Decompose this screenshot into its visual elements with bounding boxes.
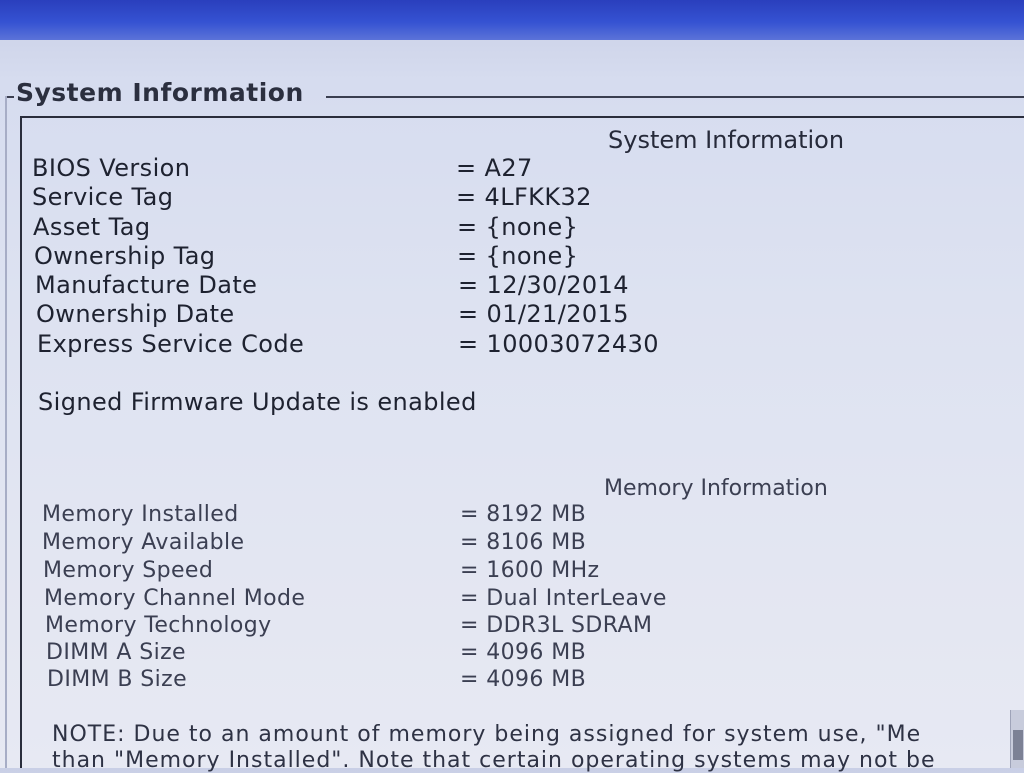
info-row-bios-version: BIOS Version = A27 (22, 154, 1024, 184)
memory-value: = 1600 MHz (460, 558, 600, 583)
info-label: Service Tag (32, 183, 174, 211)
info-label: Asset Tag (33, 213, 151, 241)
memory-row-installed: Memory Installed = 8192 MB (22, 502, 1024, 532)
info-value: = {none} (457, 242, 579, 270)
system-information-panel: System Information BIOS Version = A27 Se… (20, 116, 1024, 773)
firmware-update-notice: Signed Firmware Update is enabled (38, 388, 477, 416)
info-value: = 12/30/2014 (458, 271, 629, 299)
memory-information-heading: Memory Information (604, 476, 828, 501)
info-value: = 01/21/2015 (458, 300, 629, 328)
info-value: = 4LFKK32 (456, 183, 592, 211)
memory-row-dimm-b-size: DIMM B Size = 4096 MB (22, 667, 1024, 697)
info-row-ownership-tag: Ownership Tag = {none} (22, 242, 1024, 272)
memory-label: DIMM B Size (47, 667, 188, 692)
memory-row-speed: Memory Speed = 1600 MHz (22, 558, 1024, 588)
group-box-title: System Information (16, 78, 304, 107)
memory-note-line-1: NOTE: Due to an amount of memory being a… (52, 722, 922, 747)
memory-label: DIMM A Size (46, 640, 186, 665)
info-label: BIOS Version (32, 154, 191, 182)
scrollbar-thumb[interactable] (1013, 730, 1023, 760)
info-label: Express Service Code (37, 330, 305, 358)
memory-label: Memory Channel Mode (44, 586, 306, 611)
memory-value: = 4096 MB (460, 667, 587, 692)
info-value: = A27 (456, 154, 533, 182)
info-label: Ownership Date (36, 300, 235, 328)
memory-row-channel-mode: Memory Channel Mode = Dual InterLeave (22, 586, 1024, 616)
memory-row-technology: Memory Technology = DDR3L SDRAM (22, 613, 1024, 643)
memory-label: Memory Installed (42, 502, 239, 527)
info-row-express-service-code: Express Service Code = 10003072430 (22, 330, 1024, 360)
group-box-top-rule (326, 96, 1024, 98)
memory-value: = DDR3L SDRAM (460, 613, 653, 638)
info-value: = {none} (457, 213, 579, 241)
memory-value: = 8192 MB (460, 502, 587, 527)
memory-row-available: Memory Available = 8106 MB (22, 530, 1024, 560)
info-row-service-tag: Service Tag = 4LFKK32 (22, 183, 1024, 213)
vertical-scrollbar[interactable] (1010, 710, 1024, 768)
memory-label: Memory Speed (43, 558, 214, 583)
system-information-heading: System Information (608, 126, 845, 154)
memory-row-dimm-a-size: DIMM A Size = 4096 MB (22, 640, 1024, 670)
group-box-top-rule-left (6, 96, 14, 98)
info-row-ownership-date: Ownership Date = 01/21/2015 (22, 300, 1024, 330)
info-row-manufacture-date: Manufacture Date = 12/30/2014 (22, 271, 1024, 301)
group-box-left-edge (5, 96, 7, 768)
memory-label: Memory Available (42, 530, 245, 555)
memory-note-line-2: than "Memory Installed". Note that certa… (52, 748, 936, 773)
memory-value: = Dual InterLeave (460, 586, 667, 611)
info-label: Ownership Tag (34, 242, 216, 270)
window-title-bar (0, 0, 1024, 40)
info-label: Manufacture Date (35, 271, 258, 299)
memory-value: = 8106 MB (460, 530, 587, 555)
memory-value: = 4096 MB (460, 640, 587, 665)
info-row-asset-tag: Asset Tag = {none} (22, 213, 1024, 243)
memory-label: Memory Technology (45, 613, 272, 638)
info-value: = 10003072430 (458, 330, 659, 358)
